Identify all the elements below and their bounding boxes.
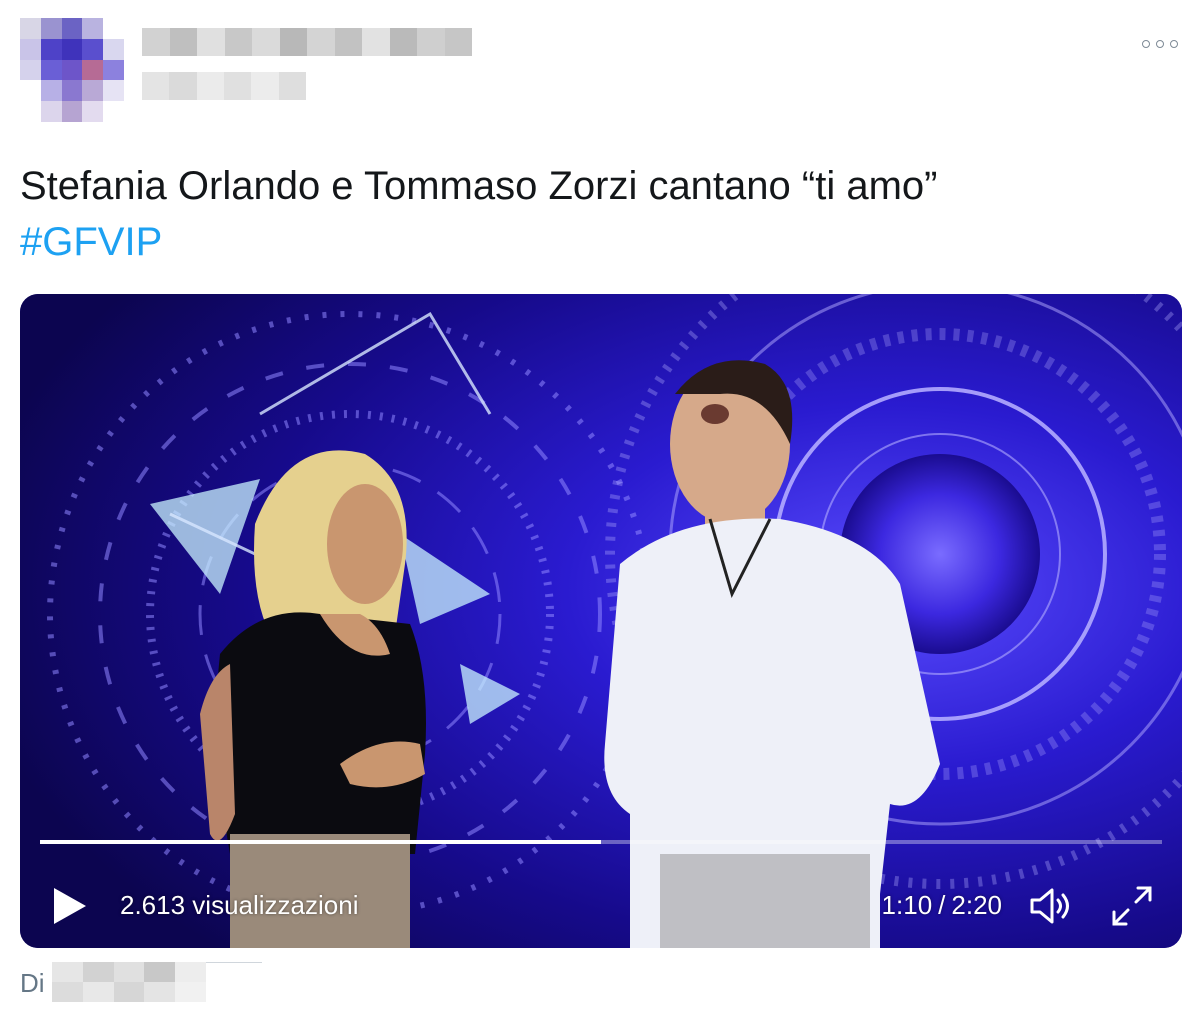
avatar[interactable]: [20, 18, 124, 122]
time-readout: 1:10/2:20: [882, 888, 1002, 922]
play-icon[interactable]: [52, 886, 88, 926]
credit-prefix: Di: [20, 968, 45, 998]
more-dot: [1142, 40, 1150, 48]
duration: 2:20: [951, 890, 1002, 920]
progress-bar[interactable]: [40, 840, 1162, 844]
current-time: 1:10: [881, 890, 933, 920]
author-name-censored[interactable]: [142, 28, 472, 56]
progress-fill: [40, 840, 601, 844]
tweet-text: Stefania Orlando e Tommaso Zorzi cantano…: [20, 158, 1180, 270]
author-handle-censored: [142, 72, 306, 100]
video-frame: [20, 294, 1182, 948]
video-controls: 2.613 visualizzazioni 1:10/2:20: [20, 864, 1182, 948]
tweet-body: Stefania Orlando e Tommaso Zorzi cantano…: [20, 164, 938, 208]
more-dot: [1170, 40, 1178, 48]
tweet-card: Stefania Orlando e Tommaso Zorzi cantano…: [0, 0, 1200, 1019]
hashtag-link[interactable]: #GFVIP: [20, 214, 1180, 270]
more-dot: [1156, 40, 1164, 48]
view-count: 2.613 visualizzazioni: [120, 890, 359, 920]
time-separator: /: [938, 890, 946, 920]
credit-name-censored: [52, 962, 206, 1002]
volume-icon[interactable]: [1028, 886, 1076, 926]
video-player[interactable]: 2.613 visualizzazioni 1:10/2:20: [20, 294, 1182, 948]
fullscreen-icon[interactable]: [1110, 884, 1154, 928]
more-options-icon[interactable]: [1142, 36, 1178, 52]
